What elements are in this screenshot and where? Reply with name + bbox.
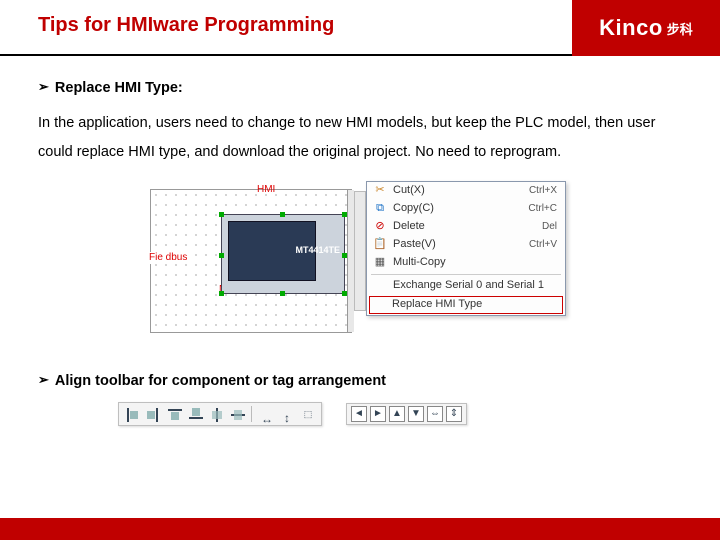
menu-separator: [371, 274, 561, 275]
nudge-down-button[interactable]: ▼: [408, 406, 424, 422]
align-hcenter-button[interactable]: [228, 405, 246, 423]
resize-handle[interactable]: [342, 253, 347, 258]
canvas-grid: HMI Fie dbus Net MT4414TE: [150, 189, 352, 333]
menu-paste-label: Paste(V): [389, 238, 529, 251]
resize-handle[interactable]: [342, 291, 347, 296]
menu-copy-label: Copy(C): [389, 202, 528, 215]
distribute-h-button[interactable]: ⇔: [427, 406, 443, 422]
nudge-right-button[interactable]: ►: [370, 406, 386, 422]
resize-handle[interactable]: [219, 291, 224, 296]
menu-delete-shortcut: Del: [542, 221, 557, 233]
equal-height-button[interactable]: [278, 405, 296, 423]
menu-cut-shortcut: Ctrl+X: [529, 185, 557, 197]
resize-handle[interactable]: [280, 291, 285, 296]
align-bottom-button[interactable]: [186, 405, 204, 423]
copy-icon: ⧉: [371, 202, 389, 215]
delete-icon: ⊘: [371, 220, 389, 233]
section1-body: In the application, users need to change…: [38, 109, 682, 167]
align-left-button[interactable]: [123, 405, 141, 423]
menu-copy[interactable]: ⧉ Copy(C) Ctrl+C: [367, 200, 565, 218]
resize-handle[interactable]: [219, 212, 224, 217]
distribute-v-button[interactable]: ⇕: [446, 406, 462, 422]
bullet-icon: ➢: [38, 367, 49, 396]
brand-logo: Kinco 步科: [572, 0, 720, 56]
align-right-button[interactable]: [144, 405, 162, 423]
bullet-icon: ➢: [38, 74, 49, 103]
menu-multicopy[interactable]: ▦ Multi-Copy: [367, 254, 565, 272]
menu-exchange-serial[interactable]: Exchange Serial 0 and Serial 1: [367, 277, 565, 295]
footer-bar: [0, 518, 720, 540]
hmi-model: MT4414TE: [295, 245, 340, 256]
paste-icon: 📋: [371, 238, 389, 251]
brand-name: Kinco: [599, 15, 663, 41]
hmi-device[interactable]: MT4414TE: [221, 214, 345, 294]
align-toolbar-group-1: ⬚: [118, 402, 322, 426]
fieldbus-label: Fie dbus: [149, 252, 187, 264]
resize-handle[interactable]: [342, 212, 347, 217]
menu-replace-hmi-type[interactable]: Replace HMI Type: [369, 296, 563, 314]
menu-cut-label: Cut(X): [389, 184, 529, 197]
section1-heading: Replace HMI Type:: [55, 74, 183, 103]
toolbar-separator: [251, 406, 252, 422]
resize-handle[interactable]: [280, 212, 285, 217]
menu-replace-label: Replace HMI Type: [392, 298, 482, 311]
resize-handle[interactable]: [219, 253, 224, 258]
align-top-button[interactable]: [165, 405, 183, 423]
context-menu: ✂ Cut(X) Ctrl+X ⧉ Copy(C) Ctrl+C ⊘ Delet…: [366, 181, 566, 316]
page-title: Tips for HMIware Programming: [38, 14, 572, 37]
context-menu-gutter: [354, 191, 366, 311]
nudge-left-button[interactable]: ◄: [351, 406, 367, 422]
hmi-label: HMI: [257, 184, 275, 196]
menu-cut[interactable]: ✂ Cut(X) Ctrl+X: [367, 182, 565, 200]
equal-size-button[interactable]: ⬚: [299, 405, 317, 423]
menu-copy-shortcut: Ctrl+C: [528, 203, 557, 215]
menu-paste-shortcut: Ctrl+V: [529, 239, 557, 251]
cut-icon: ✂: [371, 184, 389, 197]
nudge-up-button[interactable]: ▲: [389, 406, 405, 422]
replace-hmi-figure: HMI Fie dbus Net MT4414TE ✂ Cut(X) Ctrl: [150, 181, 570, 341]
section2-heading: Align toolbar for component or tag arran…: [55, 367, 386, 396]
menu-exchange-label: Exchange Serial 0 and Serial 1: [389, 279, 557, 292]
menu-delete[interactable]: ⊘ Delete Del: [367, 218, 565, 236]
brand-sub: 步科: [667, 19, 693, 38]
equal-width-button[interactable]: [257, 405, 275, 423]
multicopy-icon: ▦: [371, 256, 389, 269]
align-vcenter-button[interactable]: [207, 405, 225, 423]
align-toolbar-group-2: ◄ ► ▲ ▼ ⇔ ⇕: [346, 403, 467, 425]
menu-delete-label: Delete: [389, 220, 542, 233]
menu-paste[interactable]: 📋 Paste(V) Ctrl+V: [367, 236, 565, 254]
menu-multicopy-label: Multi-Copy: [389, 256, 557, 269]
